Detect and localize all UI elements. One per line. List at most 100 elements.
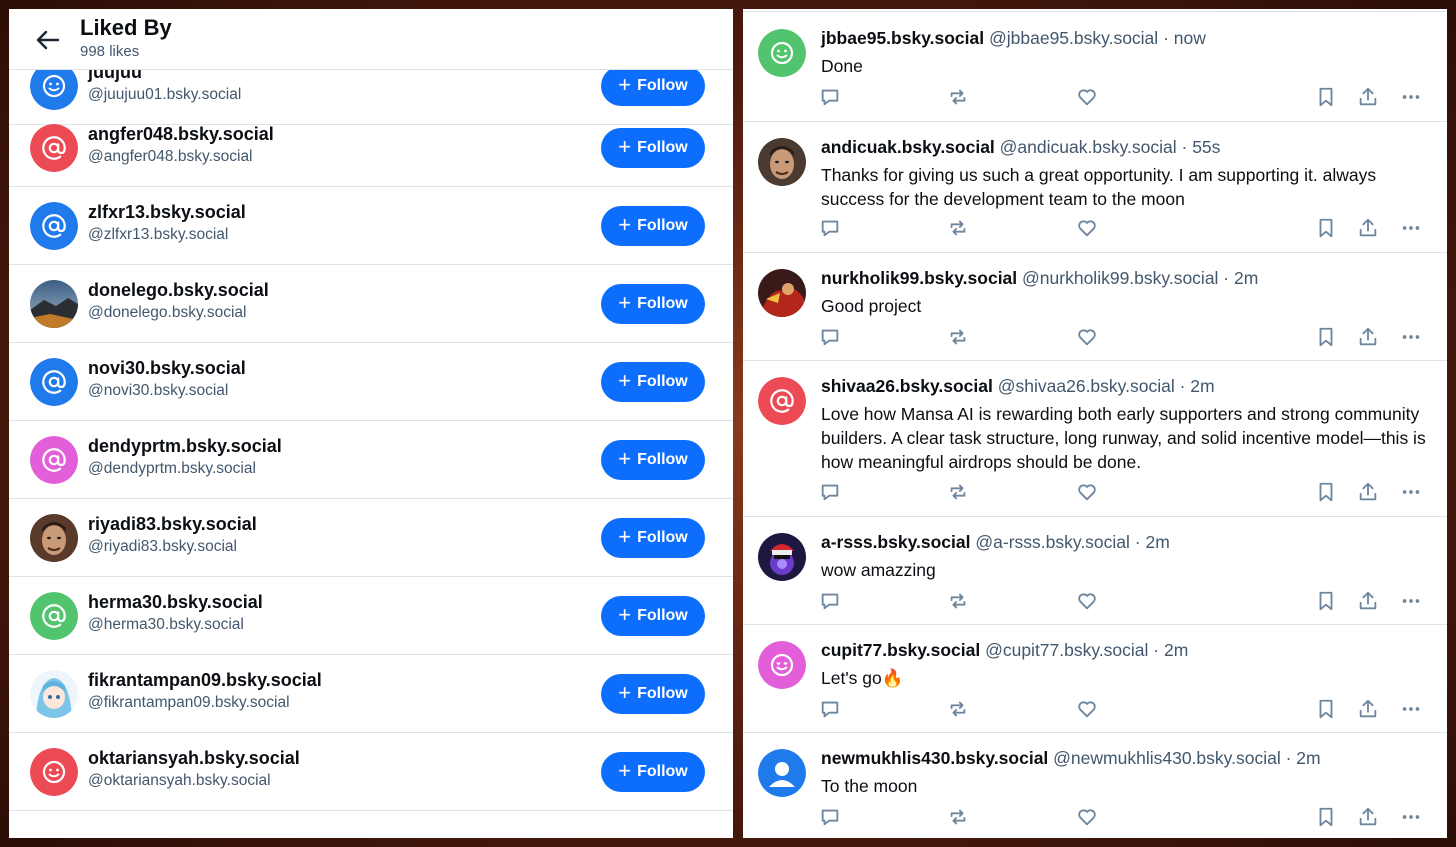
like-icon[interactable] <box>1076 806 1100 830</box>
user-display-name[interactable]: riyadi83.bsky.social <box>88 514 257 535</box>
repost-icon[interactable] <box>947 217 971 241</box>
more-icon[interactable] <box>1400 481 1424 505</box>
back-arrow-icon[interactable] <box>33 25 63 55</box>
liked-by-user-row[interactable]: zlfxr13.bsky.social @zlfxr13.bsky.social +… <box>9 187 733 265</box>
reply-icon[interactable] <box>819 698 843 722</box>
anime-character-avatar[interactable] <box>30 670 78 718</box>
liked-by-user-row[interactable]: herma30.bsky.social @herma30.bsky.social +… <box>9 577 733 655</box>
user-display-name[interactable]: herma30.bsky.social <box>88 592 263 613</box>
liked-by-user-row[interactable]: dendyprtm.bsky.social @dendyprtm.bsky.soc… <box>9 421 733 499</box>
post-author-name[interactable]: a-rsss.bsky.social <box>821 532 971 552</box>
like-icon[interactable] <box>1076 481 1100 505</box>
follow-button[interactable]: + Follow <box>601 674 705 714</box>
follow-button[interactable]: + Follow <box>601 66 705 106</box>
user-display-name[interactable]: donelego.bsky.social <box>88 280 269 301</box>
reply-icon[interactable] <box>819 326 843 350</box>
repost-icon[interactable] <box>947 86 971 110</box>
repost-icon[interactable] <box>947 481 971 505</box>
feed-post[interactable]: a-rsss.bsky.social @a-rsss.bsky.social ·… <box>743 517 1447 625</box>
like-icon[interactable] <box>1076 217 1100 241</box>
share-icon[interactable] <box>1357 217 1381 241</box>
like-icon[interactable] <box>1076 698 1100 722</box>
like-icon[interactable] <box>1076 590 1100 614</box>
bookmark-icon[interactable] <box>1315 698 1339 722</box>
landscape-photo-avatar[interactable] <box>30 280 78 328</box>
smiley-default-avatar[interactable] <box>758 29 806 77</box>
repost-icon[interactable] <box>947 698 971 722</box>
at-sign-default-avatar[interactable] <box>30 202 78 250</box>
heart-eyes-default-avatar[interactable] <box>758 641 806 689</box>
share-icon[interactable] <box>1357 481 1381 505</box>
at-sign-default-avatar[interactable] <box>758 377 806 425</box>
liked-by-user-row[interactable]: donelego.bsky.social @donelego.bsky.socia… <box>9 265 733 343</box>
liked-by-user-row[interactable]: fikrantampan09.bsky.social @fikrantampan0… <box>9 655 733 733</box>
follow-button[interactable]: + Follow <box>601 128 705 168</box>
reply-icon[interactable] <box>819 86 843 110</box>
reply-icon[interactable] <box>819 217 843 241</box>
feed-post[interactable]: nurkholik99.bsky.social @nurkholik99.bsk… <box>743 253 1447 361</box>
repost-icon[interactable] <box>947 806 971 830</box>
post-author-name[interactable]: nurkholik99.bsky.social <box>821 268 1017 288</box>
at-sign-default-avatar[interactable] <box>30 592 78 640</box>
more-icon[interactable] <box>1400 590 1424 614</box>
bookmark-icon[interactable] <box>1315 326 1339 350</box>
post-author-name[interactable]: jbbae95.bsky.social <box>821 28 984 48</box>
follow-button[interactable]: + Follow <box>601 362 705 402</box>
follow-button[interactable]: + Follow <box>601 284 705 324</box>
liked-by-user-row[interactable]: angfer048.bsky.social @angfer048.bsky.soc… <box>9 109 733 187</box>
liked-by-user-row[interactable]: riyadi83.bsky.social @riyadi83.bsky.socia… <box>9 499 733 577</box>
more-icon[interactable] <box>1400 698 1424 722</box>
user-display-name[interactable]: novi30.bsky.social <box>88 358 246 379</box>
more-icon[interactable] <box>1400 86 1424 110</box>
follow-button[interactable]: + Follow <box>601 596 705 636</box>
repost-icon[interactable] <box>947 590 971 614</box>
at-sign-default-avatar[interactable] <box>30 436 78 484</box>
user-display-name[interactable]: zlfxr13.bsky.social <box>88 202 246 223</box>
reply-icon[interactable] <box>819 481 843 505</box>
bookmark-icon[interactable] <box>1315 806 1339 830</box>
share-icon[interactable] <box>1357 86 1381 110</box>
person-default-avatar[interactable] <box>758 749 806 797</box>
feed-post[interactable]: cupit77.bsky.social @cupit77.bsky.social… <box>743 625 1447 733</box>
more-icon[interactable] <box>1400 326 1424 350</box>
post-author-name[interactable]: shivaa26.bsky.social <box>821 376 993 396</box>
repost-icon[interactable] <box>947 326 971 350</box>
face-photo-avatar[interactable] <box>758 138 806 186</box>
bookmark-icon[interactable] <box>1315 86 1339 110</box>
feed-post[interactable]: shivaa26.bsky.social @shivaa26.bsky.soci… <box>743 361 1447 517</box>
post-author-name[interactable]: newmukhlis430.bsky.social <box>821 748 1048 768</box>
feed-post[interactable]: newmukhlis430.bsky.social @newmukhlis430… <box>743 733 1447 838</box>
reply-icon[interactable] <box>819 590 843 614</box>
smiley-default-avatar[interactable] <box>30 748 78 796</box>
more-icon[interactable] <box>1400 806 1424 830</box>
share-icon[interactable] <box>1357 806 1381 830</box>
face-photo-avatar[interactable] <box>30 514 78 562</box>
post-author-name[interactable]: cupit77.bsky.social <box>821 640 980 660</box>
feed-post[interactable]: jbbae95.bsky.social @jbbae95.bsky.social… <box>743 13 1447 122</box>
reply-icon[interactable] <box>819 806 843 830</box>
share-icon[interactable] <box>1357 698 1381 722</box>
user-display-name[interactable]: angfer048.bsky.social <box>88 124 274 145</box>
like-icon[interactable] <box>1076 86 1100 110</box>
user-display-name[interactable]: oktariansyah.bsky.social <box>88 748 300 769</box>
follow-button[interactable]: + Follow <box>601 206 705 246</box>
liked-by-user-row[interactable]: novi30.bsky.social @novi30.bsky.social + Fo… <box>9 343 733 421</box>
user-display-name[interactable]: dendyprtm.bsky.social <box>88 436 282 457</box>
share-icon[interactable] <box>1357 590 1381 614</box>
bookmark-icon[interactable] <box>1315 217 1339 241</box>
share-icon[interactable] <box>1357 326 1381 350</box>
liked-by-user-row[interactable]: oktariansyah.bsky.social @oktariansyah.bs… <box>9 733 733 811</box>
at-sign-default-avatar[interactable] <box>30 124 78 172</box>
follow-button[interactable]: + Follow <box>601 518 705 558</box>
post-author-name[interactable]: andicuak.bsky.social <box>821 137 995 157</box>
user-display-name[interactable]: fikrantampan09.bsky.social <box>88 670 322 691</box>
character-photo-avatar[interactable] <box>758 533 806 581</box>
follow-button[interactable]: + Follow <box>601 752 705 792</box>
bookmark-icon[interactable] <box>1315 481 1339 505</box>
follow-button[interactable]: + Follow <box>601 440 705 480</box>
photo-avatar[interactable] <box>758 269 806 317</box>
more-icon[interactable] <box>1400 217 1424 241</box>
at-sign-default-avatar[interactable] <box>30 358 78 406</box>
bookmark-icon[interactable] <box>1315 590 1339 614</box>
like-icon[interactable] <box>1076 326 1100 350</box>
